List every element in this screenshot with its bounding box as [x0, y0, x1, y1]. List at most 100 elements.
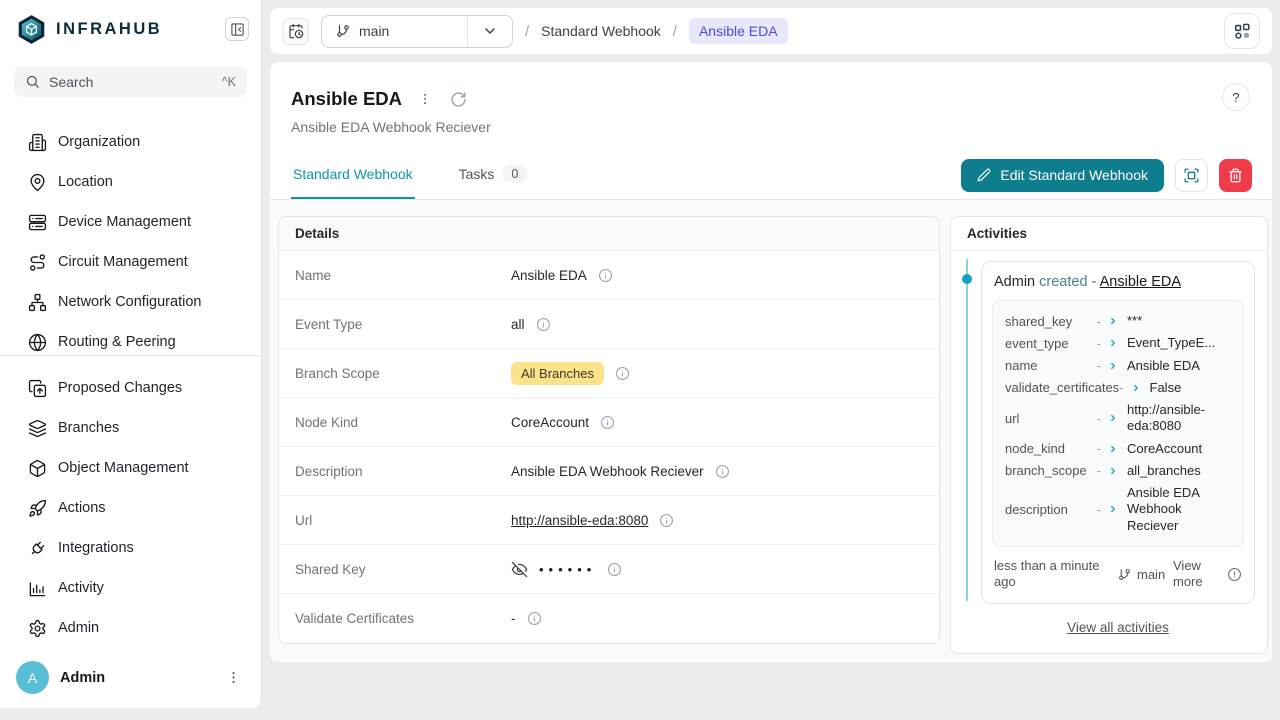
sidebar-item-routing-peering[interactable]: Routing & Peering [0, 322, 261, 355]
detail-label: Event Type [295, 317, 511, 332]
info-icon[interactable] [598, 268, 613, 283]
detail-value: CoreAccount [511, 415, 589, 430]
sidebar-item-activity[interactable]: Activity [0, 568, 261, 608]
sidebar-item-location[interactable]: Location [0, 162, 261, 202]
sidebar-collapse-button[interactable] [225, 17, 249, 41]
info-icon[interactable] [527, 611, 542, 626]
detail-label: Branch Scope [295, 366, 511, 381]
breadcrumb-standard-webhook[interactable]: Standard Webhook [541, 23, 661, 39]
property-previous: - [1097, 411, 1101, 426]
branch-selector-caret[interactable] [467, 16, 512, 47]
activity-author: Admin [994, 274, 1035, 290]
reveal-secret-button[interactable] [511, 561, 528, 578]
url-link[interactable]: http://ansible-eda:8080 [511, 513, 648, 528]
search-icon [25, 74, 40, 89]
property-previous: - [1097, 336, 1101, 351]
property-value: CoreAccount [1127, 441, 1231, 457]
apps-menu-button[interactable] [1224, 13, 1260, 49]
title-menu-button[interactable] [416, 90, 434, 108]
activity-target-link[interactable]: Ansible EDA [1100, 274, 1181, 290]
app-window: INFRAHUB Search ^K [0, 0, 1280, 720]
activity-entry-header: Admin created - Ansible EDA [982, 262, 1254, 300]
sidebar-item-branches[interactable]: Branches [0, 408, 261, 448]
details-card-title: Details [279, 217, 939, 251]
view-all-activities: View all activities [981, 604, 1255, 653]
git-branch-icon [1118, 568, 1131, 581]
page-subtitle: Ansible EDA Webhook Reciever [291, 119, 1250, 135]
breadcrumb-ansible-eda[interactable]: Ansible EDA [689, 18, 788, 44]
masked-shared-key: •••••• [539, 562, 596, 577]
detail-value: all [511, 317, 525, 332]
detail-value: Ansible EDA Webhook Reciever [511, 464, 704, 479]
view-all-activities-link[interactable]: View all activities [1067, 620, 1169, 635]
user-menu-button[interactable] [222, 666, 245, 689]
pencil-icon [977, 168, 991, 182]
detail-row-shared-key: Shared Key •••••• [279, 545, 939, 594]
property-row-validate-certificates: validate_certificates - False [1005, 377, 1231, 399]
property-name: shared_key [1005, 314, 1097, 329]
edit-standard-webhook-button[interactable]: Edit Standard Webhook [961, 159, 1164, 192]
info-icon[interactable] [615, 366, 630, 381]
server-icon [28, 213, 47, 232]
chevron-down-icon [482, 23, 498, 39]
detail-row-validate-certificates: Validate Certificates - [279, 594, 939, 643]
property-previous: - [1097, 314, 1101, 329]
sidebar-item-integrations[interactable]: Integrations [0, 528, 261, 568]
chevron-right-icon [1108, 504, 1118, 514]
property-value: Ansible EDA Webhook Reciever [1127, 485, 1231, 534]
chevron-right-icon [1131, 383, 1141, 393]
activity-timestamp: less than a minute ago [994, 558, 1116, 591]
sidebar-item-proposed-changes[interactable]: Proposed Changes [0, 368, 261, 408]
help-button[interactable]: ? [1222, 83, 1250, 111]
activity-action: created [1039, 274, 1087, 290]
trash-icon [1228, 168, 1243, 183]
sidebar-item-label: Organization [58, 134, 140, 150]
sidebar-item-organization[interactable]: Organization [0, 122, 261, 162]
diff-button[interactable] [1175, 159, 1208, 192]
search-input[interactable]: Search ^K [14, 66, 247, 97]
info-icon[interactable] [607, 562, 622, 577]
cube-icon [28, 459, 47, 478]
info-icon[interactable] [715, 464, 730, 479]
detail-row-url: Url http://ansible-eda:8080 [279, 496, 939, 545]
info-icon[interactable] [659, 513, 674, 528]
sidebar-item-device-management[interactable]: Device Management [0, 202, 261, 242]
logo-text: INFRAHUB [56, 20, 162, 39]
time-travel-button[interactable] [282, 18, 309, 45]
calendar-clock-icon [288, 23, 304, 39]
detail-label: Shared Key [295, 562, 511, 577]
refresh-button[interactable] [448, 89, 469, 110]
delete-button[interactable] [1219, 159, 1252, 192]
detail-row-description: Description Ansible EDA Webhook Reciever [279, 447, 939, 496]
map-pin-icon [28, 173, 47, 192]
sidebar-item-network-configuration[interactable]: Network Configuration [0, 282, 261, 322]
sidebar: INFRAHUB Search ^K [0, 0, 262, 708]
tab-standard-webhook[interactable]: Standard Webhook [291, 151, 415, 199]
sidebar-item-admin[interactable]: Admin [0, 608, 261, 648]
property-value: all_branches [1127, 463, 1231, 479]
info-icon[interactable] [536, 317, 551, 332]
property-value: False [1150, 380, 1254, 396]
sidebar-item-label: Branches [58, 420, 119, 436]
detail-row-branch-scope: Branch Scope All Branches [279, 349, 939, 398]
building-icon [28, 133, 47, 152]
sidebar-item-object-management[interactable]: Object Management [0, 448, 261, 488]
branch-selector-value: main [322, 16, 467, 47]
infrahub-logo[interactable]: INFRAHUB [16, 14, 162, 45]
info-icon[interactable] [600, 415, 615, 430]
tab-label: Standard Webhook [293, 166, 413, 182]
property-value: Event_TypeE... [1127, 335, 1231, 351]
branch-name: main [359, 23, 389, 39]
property-row-url: url - http://ansible-eda:8080 [1005, 399, 1231, 438]
info-icon[interactable] [1227, 567, 1242, 582]
sidebar-item-circuit-management[interactable]: Circuit Management [0, 242, 261, 282]
branch-selector[interactable]: main [321, 15, 513, 48]
tab-tasks[interactable]: Tasks 0 [457, 151, 530, 199]
sidebar-user: A Admin [0, 649, 261, 708]
sidebar-item-label: Routing & Peering [58, 334, 176, 350]
view-more-link[interactable]: View more [1173, 558, 1219, 591]
property-name: branch_scope [1005, 463, 1097, 478]
sidebar-item-actions[interactable]: Actions [0, 488, 261, 528]
detail-label: Name [295, 268, 511, 283]
activities-panel: Activities Admin created - Ansible EDA [950, 216, 1268, 654]
